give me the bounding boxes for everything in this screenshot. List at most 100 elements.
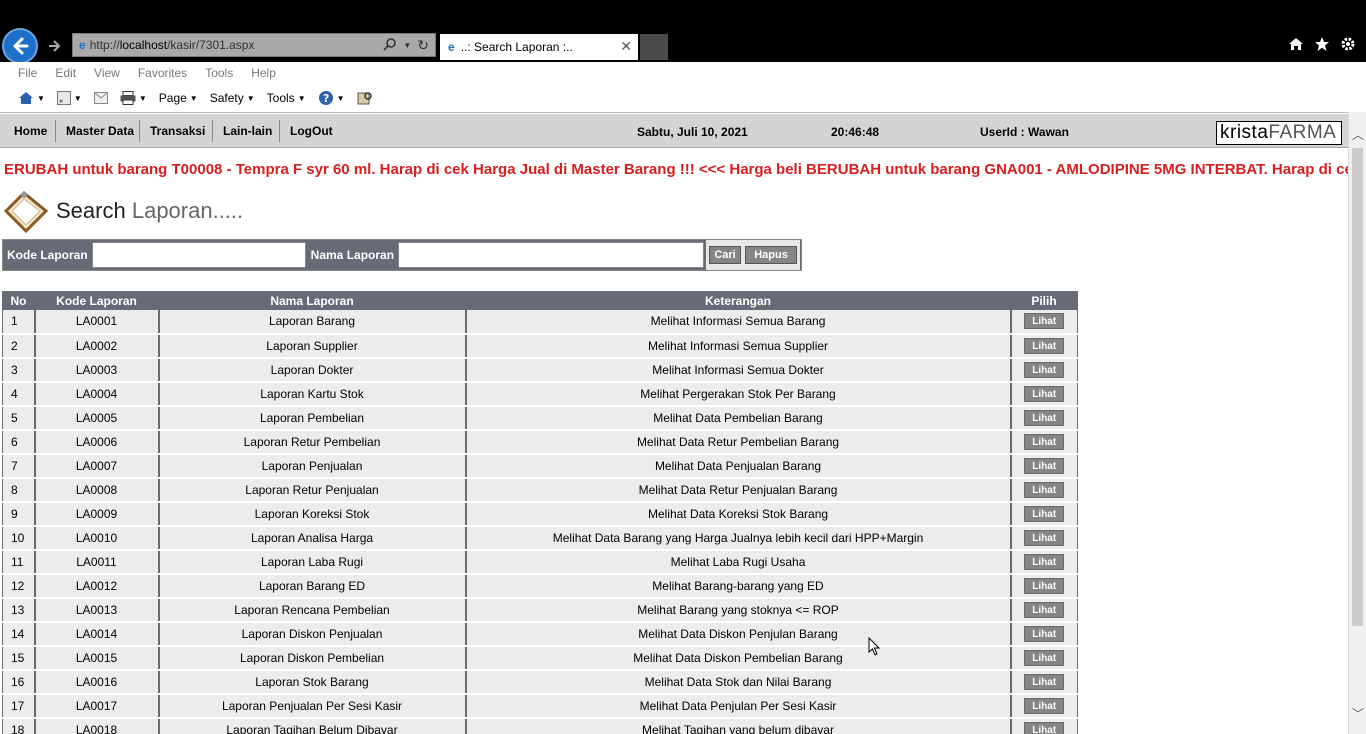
search-buttons: Cari Hapus [706,240,801,270]
lihat-button[interactable]: Lihat [1024,529,1065,546]
nav-transaksi[interactable]: Transaksi [150,124,205,138]
menu-bar: File Edit View Favorites Tools Help [0,62,1366,84]
tab-search-laporan[interactable]: e ..: Search Laporan :.. ✕ [440,34,638,60]
cell-pilih: Lihat [1009,501,1078,527]
cell-nama: Laporan Pembelian [157,405,466,431]
cell-pilih: Lihat [1009,669,1078,695]
address-bar[interactable]: e http://localhost/kasir/7301.aspx ▼ ↻ [72,33,436,57]
new-tab-button[interactable] [640,34,668,60]
chevron-down-icon[interactable]: ▼ [403,41,411,50]
lihat-button[interactable]: Lihat [1024,505,1065,522]
cell-kode: LA0004 [33,381,159,407]
cell-nama: Laporan Barang [157,309,466,335]
cell-kode: LA0017 [33,693,159,719]
lihat-button[interactable]: Lihat [1024,457,1065,474]
lihat-button[interactable]: Lihat [1024,433,1065,450]
mail-icon[interactable] [93,92,108,104]
lihat-button[interactable]: Lihat [1024,673,1065,690]
menu-view[interactable]: View [94,66,120,80]
cell-no: 16 [2,669,35,695]
research-icon[interactable] [357,90,373,106]
chevron-down-icon: ▼ [246,93,255,103]
menu-file[interactable]: File [18,66,37,80]
cell-keterangan: Melihat Data Pembelian Barang [464,405,1011,431]
search-icon[interactable] [383,37,397,54]
lihat-button[interactable]: Lihat [1024,553,1065,570]
table-row: 11 LA0011 Laporan Laba Rugi Melihat Laba Ru… [2,549,1078,575]
krista-farma-logo: krista FARMA [1216,121,1342,145]
refresh-icon[interactable]: ↻ [417,37,429,54]
lihat-button[interactable]: Lihat [1024,649,1065,666]
cell-nama: Laporan Barang ED [157,573,466,599]
rss-icon[interactable]: ▼ [56,91,82,105]
scroll-thumb[interactable] [1352,148,1363,626]
lihat-button[interactable]: Lihat [1024,337,1065,354]
lihat-button[interactable]: Lihat [1024,721,1065,734]
lihat-button[interactable]: Lihat [1024,577,1065,594]
nama-laporan-input[interactable] [398,242,705,268]
back-icon[interactable] [2,28,38,64]
cell-kode: LA0008 [33,477,159,503]
cell-no: 7 [2,453,35,479]
kode-laporan-input[interactable] [91,242,306,268]
menu-tools[interactable]: Tools [205,66,233,80]
cari-button[interactable]: Cari [709,246,742,264]
chevron-up-icon[interactable]: ︿ [1352,126,1364,143]
cell-no: 4 [2,381,35,407]
safety-menu[interactable]: Safety ▼ [210,91,255,105]
menu-favorites[interactable]: Favorites [138,66,187,80]
favorites-star-icon[interactable] [1314,36,1330,57]
table-row: 4 LA0004 Laporan Kartu Stok Melihat Pergera… [2,381,1078,407]
cell-no: 1 [2,309,35,335]
nav-divider [55,120,56,142]
forward-icon[interactable] [44,35,66,57]
tools-menu[interactable]: Tools ▼ [267,91,306,105]
menu-edit[interactable]: Edit [55,66,76,80]
cell-pilih: Lihat [1009,573,1078,599]
cell-nama: Laporan Rencana Pembelian [157,597,466,623]
vertical-scrollbar[interactable]: ︿ ﹀ [1348,112,1366,734]
table-row: 8 LA0008 Laporan Retur Penjualan Melihat Da… [2,477,1078,503]
cell-pilih: Lihat [1009,381,1078,407]
menu-help[interactable]: Help [251,66,276,80]
lihat-button[interactable]: Lihat [1024,313,1065,330]
cell-no: 8 [2,477,35,503]
gear-icon[interactable] [1340,36,1356,57]
help-icon[interactable]: ? ▼ [318,90,345,106]
cell-nama: Laporan Diskon Pembelian [157,645,466,671]
home-cmd-icon[interactable]: ▼ [18,90,45,106]
lihat-button[interactable]: Lihat [1024,601,1065,618]
lihat-button[interactable]: Lihat [1024,481,1065,498]
hapus-button[interactable]: Hapus [745,246,798,264]
print-icon[interactable]: ▼ [120,91,147,105]
col-nama-laporan: Nama Laporan [158,291,466,310]
search-form: Kode Laporan Nama Laporan Cari Hapus [2,239,802,271]
cell-kode: LA0011 [33,549,159,575]
table-row: 16 LA0016 Laporan Stok Barang Melihat Data … [2,669,1078,695]
lihat-button[interactable]: Lihat [1024,625,1065,642]
nav-logout[interactable]: LogOut [290,124,333,138]
close-tab-icon[interactable]: ✕ [620,38,632,55]
lihat-button[interactable]: Lihat [1024,385,1065,402]
cell-nama: Laporan Penjualan Per Sesi Kasir [157,693,466,719]
page-viewport: Home Master Data Transaksi Lain-lain Log… [0,112,1348,734]
cell-pilih: Lihat [1009,429,1078,455]
chevron-down-icon[interactable]: ﹀ [1352,705,1364,722]
lihat-button[interactable]: Lihat [1024,361,1065,378]
cell-kode: LA0005 [33,405,159,431]
page-menu[interactable]: Page ▼ [159,91,198,105]
cell-pilih: Lihat [1009,645,1078,671]
col-no: No [2,291,35,310]
home-icon[interactable] [1288,36,1304,57]
cell-nama: Laporan Analisa Harga [157,525,466,551]
lihat-button[interactable]: Lihat [1024,697,1065,714]
title-sub: Laporan..... [131,198,244,223]
cell-no: 17 [2,693,35,719]
svg-text:?: ? [323,92,329,105]
cell-kode: LA0012 [33,573,159,599]
nav-home[interactable]: Home [14,124,47,138]
lihat-button[interactable]: Lihat [1024,409,1065,426]
nav-master-data[interactable]: Master Data [66,124,134,138]
nav-lain-lain[interactable]: Lain-lain [223,124,272,138]
tab-title: ..: Search Laporan :.. [460,40,573,54]
